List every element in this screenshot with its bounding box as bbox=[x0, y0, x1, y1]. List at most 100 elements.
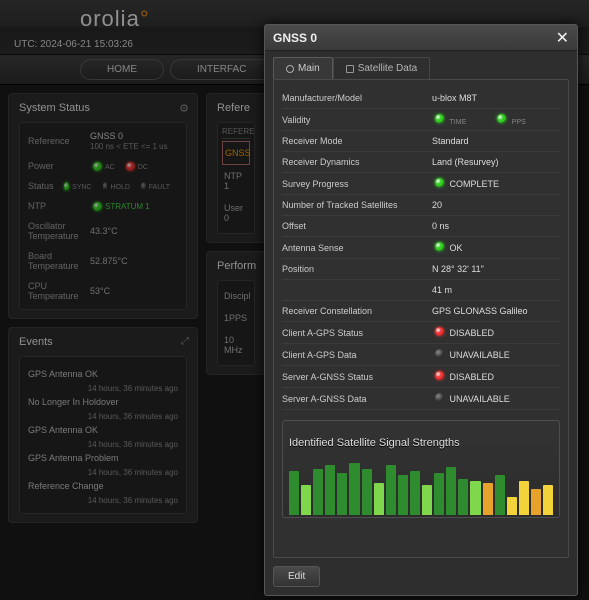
row-value: 0 ns bbox=[432, 221, 560, 231]
event-item: Reference Change bbox=[28, 477, 178, 495]
row-label: Receiver Mode bbox=[282, 136, 432, 146]
led-time-icon bbox=[435, 114, 444, 123]
hold-label: HOLD bbox=[110, 184, 129, 191]
event-item: GPS Antenna Problem bbox=[28, 449, 178, 467]
performance-panel: Perform Discipl 1PPS 10 MHz bbox=[206, 251, 266, 375]
gnss-modal: GNSS 0 ✕ Main Satellite Data Manufacture… bbox=[264, 24, 578, 596]
led-pps-icon bbox=[497, 114, 506, 123]
pps-label: PPS bbox=[512, 119, 526, 126]
board-temp-value: 52.875°C bbox=[90, 256, 128, 266]
nav-interfaces-button[interactable]: INTERFAC bbox=[170, 59, 273, 80]
chart-title: Identified Satellite Signal Strengths bbox=[289, 437, 553, 449]
ref-gnss-row[interactable]: GNSS bbox=[222, 141, 250, 165]
utc-clock: UTC: 2024-06-21 15:03:26 bbox=[14, 39, 133, 50]
tab-satellite-data[interactable]: Satellite Data bbox=[333, 57, 430, 79]
panel-title: Events bbox=[19, 336, 187, 348]
signal-bar bbox=[349, 463, 359, 515]
edit-button[interactable]: Edit bbox=[273, 566, 320, 587]
modal-title: GNSS 0 bbox=[273, 31, 317, 45]
row-value: UNAVAILABLE bbox=[432, 349, 560, 360]
row-label: Client A-GPS Data bbox=[282, 350, 432, 360]
perf-disc-row: Discipl bbox=[222, 285, 250, 307]
gear-icon[interactable]: ⚙ bbox=[179, 102, 189, 115]
event-item: No Longer In Holdover bbox=[28, 393, 178, 411]
row-value: N 28° 32' 11" bbox=[432, 264, 560, 274]
signal-bar bbox=[337, 473, 347, 515]
popout-icon[interactable]: ⤢ bbox=[181, 336, 189, 347]
ref-ntp1-row[interactable]: NTP 1 bbox=[222, 165, 250, 197]
nav-home-button[interactable]: HOME bbox=[80, 59, 164, 80]
event-time: 14 hours, 36 minutes ago bbox=[28, 384, 178, 393]
signal-bar bbox=[470, 481, 480, 515]
signal-bar bbox=[483, 483, 493, 515]
signal-bar bbox=[446, 467, 456, 515]
tab-label: Satellite Data bbox=[358, 63, 417, 74]
sync-label: SYNC bbox=[72, 184, 91, 191]
led-icon bbox=[435, 242, 444, 251]
reference-panel: Refere REFERE GNSS NTP 1 User 0 bbox=[206, 93, 266, 243]
close-icon[interactable]: ✕ bbox=[556, 28, 569, 48]
signal-bar bbox=[398, 475, 408, 515]
signal-bar bbox=[543, 485, 553, 515]
row-label: Position bbox=[282, 264, 432, 274]
led-hold-icon bbox=[103, 182, 108, 191]
tab-label: Main bbox=[298, 63, 320, 74]
led-dc-icon bbox=[126, 162, 135, 171]
row-label: Survey Progress bbox=[282, 179, 432, 189]
modal-body: Manufacturer/Modelu-blox M8T Validity TI… bbox=[273, 79, 569, 558]
row-value: Land (Resurvey) bbox=[432, 157, 560, 167]
ntp-stratum: STRATUM 1 bbox=[105, 202, 150, 211]
led-ntp-icon bbox=[93, 202, 102, 211]
perf-mhz-row: 10 MHz bbox=[222, 329, 250, 361]
logo: orolia° bbox=[80, 6, 150, 32]
row-value: DISABLED bbox=[432, 327, 560, 338]
row-value: TIME PPS bbox=[432, 114, 560, 125]
cpu-temp-label: CPU Temperature bbox=[28, 281, 90, 301]
event-time: 14 hours, 36 minutes ago bbox=[28, 412, 178, 421]
signal-bar bbox=[374, 483, 384, 515]
signal-bar bbox=[386, 465, 396, 515]
led-icon bbox=[435, 371, 444, 380]
time-label: TIME bbox=[450, 119, 467, 126]
signal-bar bbox=[458, 479, 468, 515]
row-value: OK bbox=[432, 242, 560, 253]
modal-header: GNSS 0 ✕ bbox=[265, 25, 577, 51]
dot-icon bbox=[286, 65, 294, 73]
led-sync-icon bbox=[64, 182, 69, 191]
led-fault-icon bbox=[141, 182, 146, 191]
panel-title: Perform bbox=[217, 260, 255, 272]
events-panel: ⤢ Events GPS Antenna OK14 hours, 36 minu… bbox=[8, 327, 198, 523]
signal-chart: Identified Satellite Signal Strengths bbox=[282, 420, 560, 518]
board-temp-label: Board Temperature bbox=[28, 251, 90, 271]
grid-icon bbox=[346, 65, 354, 73]
signal-bar bbox=[313, 469, 323, 515]
row-label: Manufacturer/Model bbox=[282, 93, 432, 103]
ntp-label: NTP bbox=[28, 201, 90, 211]
row-value: UNAVAILABLE bbox=[432, 393, 560, 404]
row-value: COMPLETE bbox=[432, 178, 560, 189]
led-ac-icon bbox=[93, 162, 102, 171]
row-value: DISABLED bbox=[432, 371, 560, 382]
led-icon bbox=[435, 393, 444, 402]
ref-user0-row[interactable]: User 0 bbox=[222, 197, 250, 229]
osc-temp-value: 43.3°C bbox=[90, 226, 118, 236]
osc-temp-label: Oscillator Temperature bbox=[28, 221, 90, 241]
ref-header: REFERE bbox=[222, 127, 250, 139]
row-value: 41 m bbox=[432, 285, 560, 295]
row-label: Server A-GNSS Data bbox=[282, 394, 432, 404]
dc-label: DC bbox=[138, 164, 148, 171]
row-label: Offset bbox=[282, 221, 432, 231]
row-value: 20 bbox=[432, 200, 560, 210]
event-item: GPS Antenna OK bbox=[28, 365, 178, 383]
row-value: GPS GLONASS Galileo bbox=[432, 306, 560, 316]
row-label: Server A-GNSS Status bbox=[282, 372, 432, 382]
event-time: 14 hours, 36 minutes ago bbox=[28, 496, 178, 505]
reference-value: GNSS 0 100 ns < ETE <= 1 us bbox=[90, 131, 168, 151]
signal-bar bbox=[289, 471, 299, 515]
status-label: Status bbox=[28, 181, 61, 191]
signal-bar bbox=[362, 469, 372, 515]
row-label: Client A-GPS Status bbox=[282, 328, 432, 338]
event-item: GPS Antenna OK bbox=[28, 421, 178, 439]
tab-main[interactable]: Main bbox=[273, 57, 333, 79]
panel-title: Refere bbox=[217, 102, 255, 114]
